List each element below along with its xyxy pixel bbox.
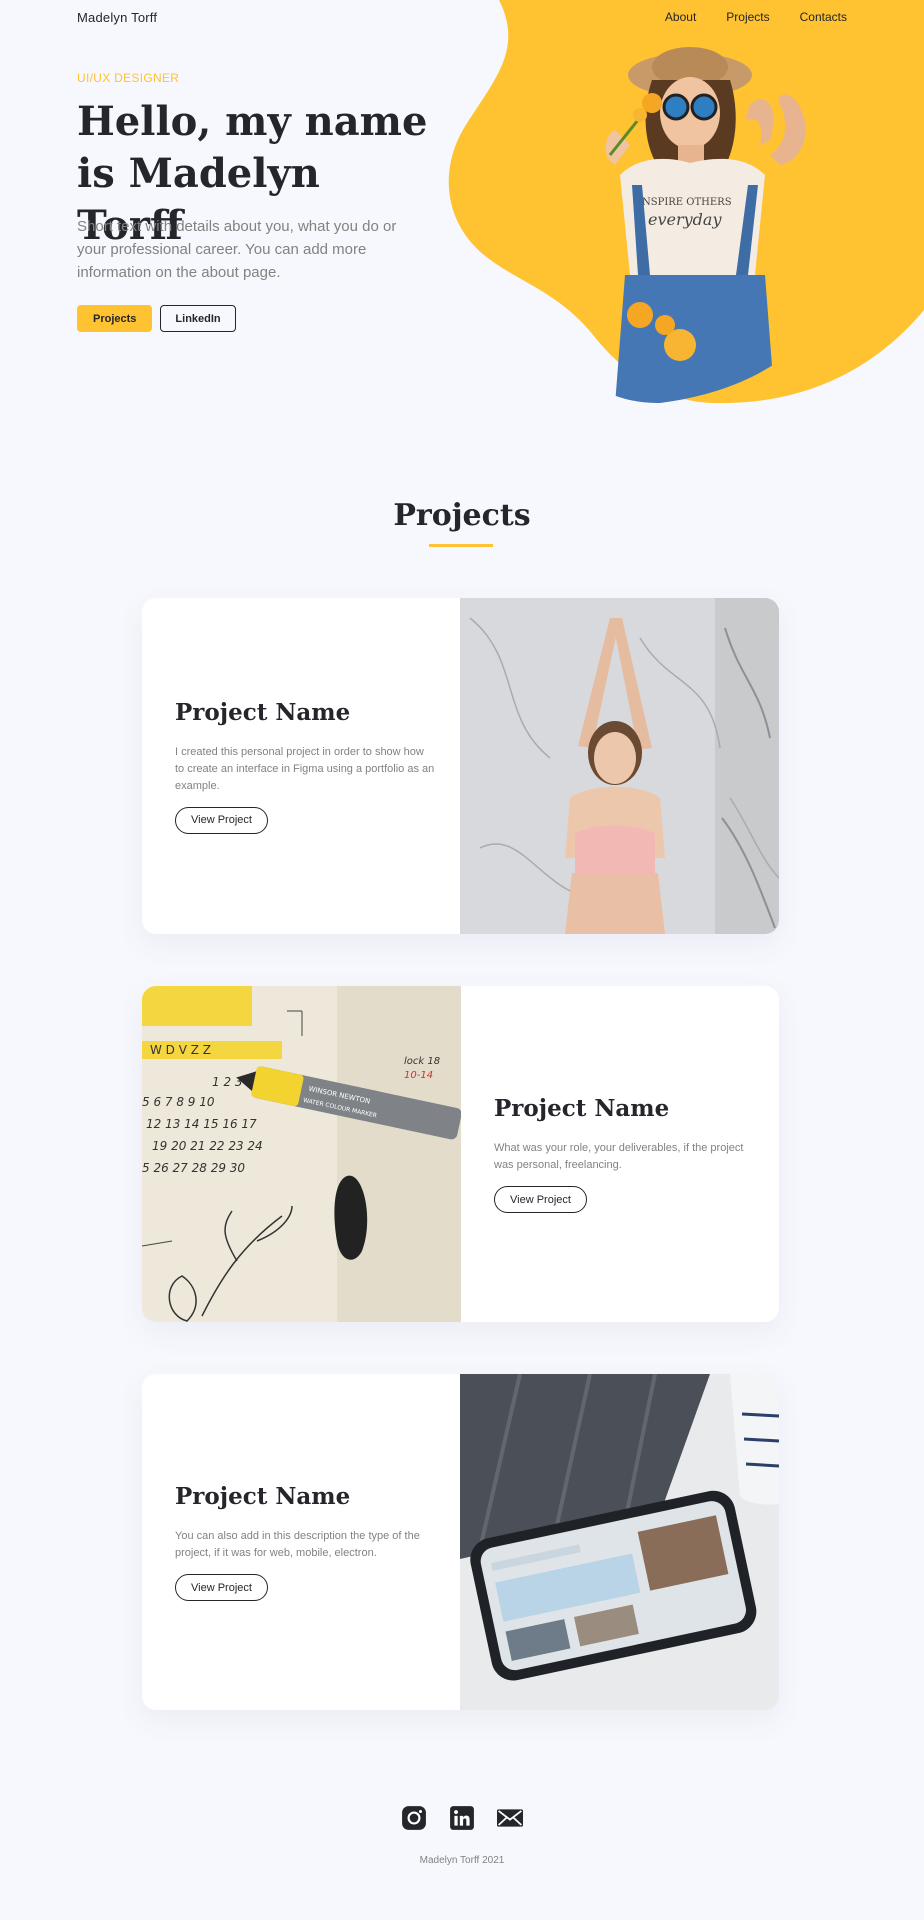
project-card-2-description: What was your role, your deliverables, i… (494, 1142, 744, 1171)
calendar-note-line1: lock 18 (404, 1056, 440, 1067)
calendar-row-2: 5 6 7 8 9 10 (142, 1095, 215, 1109)
project-card-1-view-button[interactable]: View Project (175, 806, 268, 834)
calendar-row-3: 12 13 14 15 16 17 (146, 1117, 257, 1131)
calendar-row-4: 19 20 21 22 23 24 (152, 1139, 263, 1153)
calendar-weekday-header: W D V Z Z (150, 1043, 211, 1057)
nav-link-contacts[interactable]: Contacts (800, 10, 847, 24)
linkedin-icon[interactable] (449, 1805, 475, 1831)
hero-portrait-image: NSPIRE OTHERS everyday (605, 47, 806, 403)
top-navigation: About Projects Contacts (665, 10, 847, 24)
project-card-3: Project Name You can also add in this de… (142, 1374, 779, 1710)
project-card-1-text: Project Name I created this personal pro… (142, 598, 460, 934)
project-card-2: W D V Z Z 1 2 3 5 6 7 8 9 10 12 13 14 15… (142, 986, 779, 1322)
hero-title-line1: Hello, my name (77, 98, 428, 145)
footer-copyright: Madelyn Torff 2021 (419, 1855, 505, 1866)
instagram-icon[interactable] (401, 1805, 427, 1831)
project-card-3-image (460, 1374, 779, 1710)
shirt-print-line2: everyday (648, 210, 722, 229)
hero-description: Short text with details about you, what … (77, 218, 397, 281)
project-card-1-description: I created this personal project in order… (175, 745, 435, 792)
project-card-2-view-button[interactable]: View Project (494, 1186, 587, 1213)
project-card-3-view-button[interactable]: View Project (175, 1574, 268, 1601)
projects-section-title: Projects (393, 498, 531, 533)
project-card-1: Project Name I created this personal pro… (142, 598, 779, 934)
shirt-print-line1: NSPIRE OTHERS (642, 197, 732, 208)
project-card-1-image (460, 598, 779, 934)
hero-buttons: Projects LinkedIn (77, 305, 236, 332)
project-card-2-title: Project Name (494, 1095, 670, 1122)
project-card-2-text: Project Name What was your role, your de… (461, 986, 779, 1322)
project-card-1-title: Project Name (175, 698, 351, 726)
calendar-note-line2: 10-14 (404, 1070, 433, 1081)
nav-link-about[interactable]: About (665, 10, 696, 24)
nav-link-projects[interactable]: Projects (726, 10, 769, 24)
project-card-3-text: Project Name You can also add in this de… (142, 1374, 460, 1710)
mail-icon[interactable] (497, 1805, 523, 1831)
projects-button[interactable]: Projects (77, 305, 153, 332)
project-card-3-description: You can also add in this description the… (175, 1530, 420, 1559)
brand-logo-text[interactable]: Madelyn Torff (77, 10, 157, 25)
project-card-3-title: Project Name (175, 1483, 351, 1510)
linkedin-button[interactable]: LinkedIn (160, 305, 236, 332)
calendar-row-5: 5 26 27 28 29 30 (142, 1161, 245, 1175)
footer-social-links (0, 1805, 924, 1831)
hero-eyebrow: UI/UX DESIGNER (77, 71, 180, 85)
section-title-underline (429, 544, 493, 547)
project-card-2-image: W D V Z Z 1 2 3 5 6 7 8 9 10 12 13 14 15… (142, 986, 461, 1322)
